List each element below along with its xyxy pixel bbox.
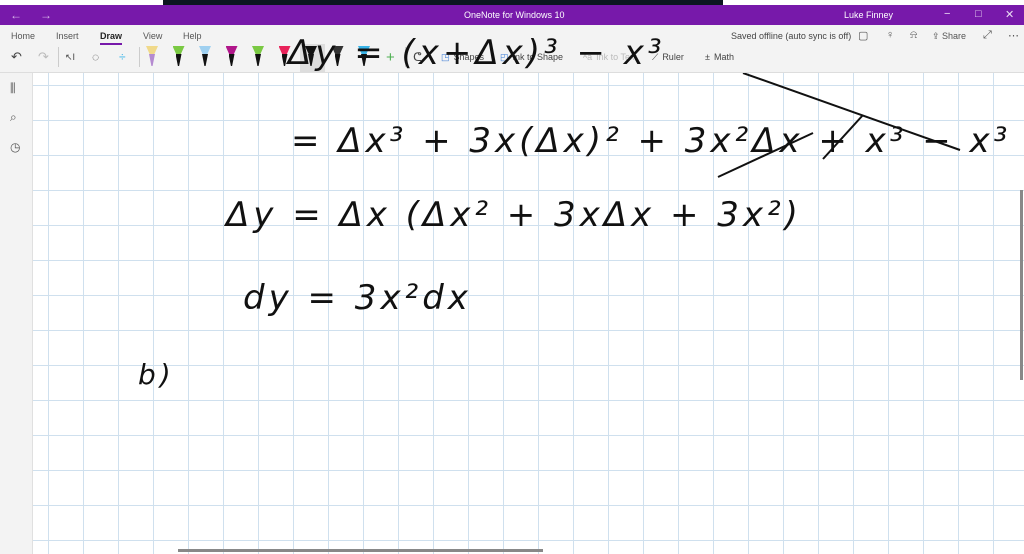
tab-draw[interactable]: Draw: [100, 31, 123, 45]
horizontal-scrollbar[interactable]: [178, 549, 543, 552]
notebooks-icon[interactable]: ⫼: [10, 81, 16, 96]
fullscreen-icon[interactable]: ⤢: [983, 29, 992, 42]
search-icon[interactable]: ⌕: [10, 110, 17, 125]
pen-5-icon[interactable]: [252, 46, 264, 68]
tab-help[interactable]: Help: [183, 31, 202, 41]
ink-cancel-stroke: [717, 132, 814, 178]
lasso-select-icon[interactable]: ◌: [92, 45, 99, 69]
user-name[interactable]: Luke Finney: [844, 10, 893, 20]
notes-icon[interactable]: ▢: [858, 29, 868, 42]
app-title: OneNote for Windows 10: [464, 10, 565, 20]
sidebar: ⫼ ⌕ ◷: [0, 73, 33, 554]
more-icon[interactable]: ⋯: [1008, 29, 1019, 42]
share-label: Share: [942, 31, 967, 41]
pen-3-icon[interactable]: [199, 46, 211, 68]
ink-strokes: [717, 73, 961, 178]
recent-icon[interactable]: ◷: [10, 140, 20, 154]
share-icon: ⇪: [932, 31, 943, 41]
tab-view[interactable]: View: [143, 31, 162, 41]
tab-insert[interactable]: Insert: [56, 31, 79, 41]
lightbulb-icon[interactable]: ♀: [886, 29, 894, 41]
forward-button[interactable]: →: [40, 8, 52, 22]
ink-strike-line: [742, 73, 961, 151]
maximize-button[interactable]: □: [975, 8, 982, 20]
bell-icon[interactable]: ⍾: [910, 29, 917, 42]
ink-cut-line: Δy = (x+Δx)³ − x³: [288, 33, 666, 73]
type-select-tool-icon[interactable]: ↖I: [65, 45, 75, 69]
title-bar: ← → OneNote for Windows 10 Luke Finney −…: [0, 5, 1024, 25]
note-canvas[interactable]: Δy = (x+Δx)³ − x³ = Δx³ + 3x(Δx)² + 3x²Δ…: [33, 33, 1024, 554]
pen-2-icon[interactable]: [172, 46, 185, 68]
add-space-icon[interactable]: ÷: [119, 45, 126, 69]
undo-button[interactable]: ↶: [11, 45, 22, 69]
pen-4-icon[interactable]: [225, 46, 238, 68]
back-button[interactable]: ←: [10, 8, 22, 22]
close-button[interactable]: ✕: [1005, 8, 1014, 21]
share-button[interactable]: ⇪ Share: [932, 31, 966, 42]
math-label: Math: [713, 52, 734, 62]
tab-home[interactable]: Home: [11, 31, 35, 41]
sync-status: Saved offline (auto sync is off): [731, 31, 852, 41]
minimize-button[interactable]: −: [944, 8, 950, 20]
ink-cancel-stroke: [822, 114, 864, 160]
math-icon: ±: [705, 52, 710, 62]
pen-1-icon[interactable]: [146, 46, 158, 68]
math-button[interactable]: ± Math: [705, 45, 734, 69]
redo-button[interactable]: ↷: [38, 45, 49, 69]
vertical-scrollbar[interactable]: [1020, 190, 1023, 380]
